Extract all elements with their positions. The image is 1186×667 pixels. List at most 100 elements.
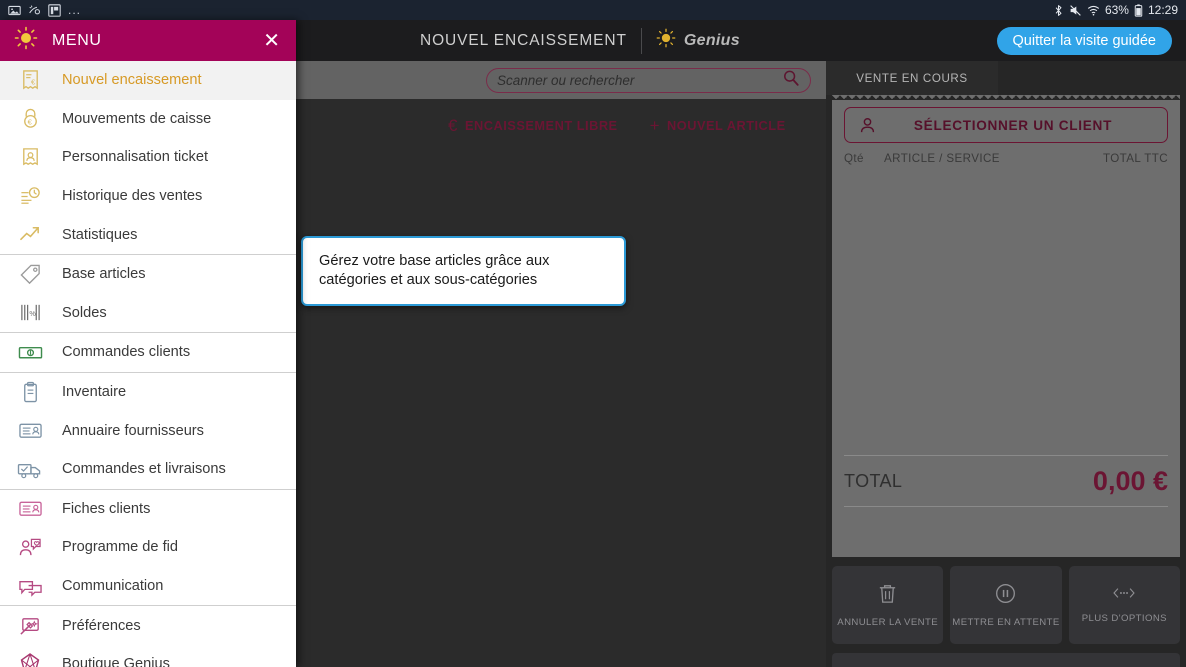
banknote-icon <box>12 341 48 364</box>
sidebar-item-nouvel-encaissement[interactable]: € Nouvel encaissement <box>0 61 296 100</box>
svg-text:€: € <box>30 77 35 86</box>
sidebar-label: Statistiques <box>62 226 138 243</box>
sun-logo-icon <box>656 28 676 53</box>
sidebar-item-mouvements-de-caisse[interactable]: € Mouvements de caisse <box>0 100 296 139</box>
sidebar-item-fiches-clients[interactable]: Fiches clients <box>0 490 296 529</box>
flipboard-icon <box>48 3 61 17</box>
status-overflow: ... <box>68 3 82 17</box>
sidebar-item-boutique-genius[interactable]: Boutique Genius <box>0 645 296 667</box>
items-list <box>844 165 1168 451</box>
chat-bubbles-icon <box>12 575 48 598</box>
tab-current-sale[interactable]: VENTE EN COURS <box>826 61 998 95</box>
sidebar-item-inventaire[interactable]: Inventaire <box>0 373 296 412</box>
menu-list: € Nouvel encaissement € Mouvements de ca… <box>0 61 296 667</box>
sidebar-item-personnalisation-ticket[interactable]: Personnalisation ticket <box>0 138 296 177</box>
receipt-card: SÉLECTIONNER UN CLIENT Qté ARTICLE / SER… <box>832 95 1180 557</box>
sidebar-label: Boutique Genius <box>62 656 170 667</box>
sidebar-label: Nouvel encaissement <box>62 72 202 89</box>
sidebar-label: Programme de fid <box>62 539 178 556</box>
pause-circle-icon <box>994 582 1017 610</box>
header-divider <box>640 27 642 54</box>
total-row: TOTAL 0,00 € <box>844 455 1168 507</box>
battery-percent: 63% <box>1104 3 1129 17</box>
total-label: TOTAL <box>844 470 903 491</box>
ticket-person-icon <box>12 146 48 169</box>
clipboard-icon <box>12 381 48 404</box>
polygon-icon <box>12 652 48 667</box>
sidebar-label: Fiches clients <box>62 500 151 517</box>
col-article: ARTICLE / SERVICE <box>884 152 1000 165</box>
sidebar-item-statistiques[interactable]: Statistiques <box>0 215 296 254</box>
trash-icon <box>876 582 899 610</box>
close-icon[interactable]: ✕ <box>263 31 282 51</box>
sidebar-label: Annuaire fournisseurs <box>62 422 204 439</box>
select-client-button[interactable]: SÉLECTIONNER UN CLIENT <box>844 107 1168 143</box>
status-bar: ... 63% 12:29 <box>0 0 1186 20</box>
search-icon[interactable] <box>782 69 800 92</box>
quit-guided-tour-button[interactable]: Quitter la visite guidée <box>996 27 1172 55</box>
status-bar-left: ... <box>8 3 81 17</box>
sidebar-item-historique-des-ventes[interactable]: Historique des ventes <box>0 177 296 216</box>
sidebar-label: Personnalisation ticket <box>62 149 209 166</box>
total-value: 0,00 € <box>1092 465 1168 496</box>
main-content: € ENCAISSEMENT LIBRE + NOUVEL ARTICLE <box>296 61 826 667</box>
checkout-button[interactable]: ENCAISSER <box>832 653 1180 667</box>
sidebar-label: Préférences <box>62 617 141 634</box>
person-heart-icon <box>12 536 48 559</box>
search-input[interactable] <box>497 73 782 88</box>
more-options-button[interactable]: PLUS D'OPTIONS <box>1068 566 1180 644</box>
col-qty: Qté <box>844 152 864 165</box>
status-clock: 12:29 <box>1147 3 1178 17</box>
page-title: NOUVEL ENCAISSEMENT <box>420 31 627 49</box>
sidebar-item-programme-de-fid[interactable]: Programme de fid <box>0 528 296 567</box>
free-payment-action[interactable]: € ENCAISSEMENT LIBRE <box>448 117 618 134</box>
sidebar-item-preferences[interactable]: Préférences <box>0 606 296 645</box>
lock-euro-icon: € <box>12 107 48 130</box>
battery-icon <box>1134 3 1143 17</box>
sidebar-item-commandes-clients[interactable]: Commandes clients <box>0 333 296 372</box>
search-field[interactable] <box>486 68 811 93</box>
brand-name: Genius <box>683 31 740 49</box>
select-client-label: SÉLECTIONNER UN CLIENT <box>913 117 1113 133</box>
status-bar-right: 63% 12:29 <box>1053 3 1178 17</box>
cancel-sale-label: ANNULER LA VENTE <box>837 616 939 628</box>
sidebar-label: Inventaire <box>62 384 127 401</box>
items-table-header: Qté ARTICLE / SERVICE TOTAL TTC <box>844 152 1168 165</box>
sidebar-item-annuaire-fournisseurs[interactable]: Annuaire fournisseurs <box>0 411 296 450</box>
app-header: NOUVEL ENCAISSEMENT Genius Quitter la vi… <box>296 20 1186 61</box>
new-article-label: NOUVEL ARTICLE <box>667 117 786 133</box>
app-root: ... 63% 12:29 NOUVEL ENCAISSEMENT Genius… <box>0 0 1186 667</box>
new-article-action[interactable]: + NOUVEL ARTICLE <box>650 117 786 134</box>
svg-text:%: % <box>29 310 36 318</box>
sidebar-item-commandes-et-livraisons[interactable]: Commandes et livraisons <box>0 450 296 489</box>
sale-panel: VENTE EN COURS SÉLECTIONNER UN CLIENT Qt… <box>826 61 1186 667</box>
navigation-drawer: MENU ✕ € Nouvel encaissement € Mouvement… <box>0 20 296 667</box>
sound-muted-icon <box>1069 4 1082 17</box>
hold-sale-label: METTRE EN ATTENTE <box>952 616 1060 628</box>
sidebar-item-communication[interactable]: Communication <box>0 567 296 606</box>
cancel-sale-button[interactable]: ANNULER LA VENTE <box>832 566 944 644</box>
sidebar-label: Base articles <box>62 266 146 283</box>
screenshot-icon <box>28 4 41 17</box>
col-total: TOTAL TTC <box>1102 152 1168 165</box>
guided-tour-tooltip: Gérez votre base articles grâce aux caté… <box>301 236 626 306</box>
sidebar-item-soldes[interactable]: % Soldes <box>0 294 296 333</box>
image-icon <box>8 4 21 17</box>
tag-icon <box>12 263 48 286</box>
sidebar-item-base-articles[interactable]: Base articles <box>0 255 296 294</box>
bluetooth-icon <box>1053 4 1064 17</box>
sun-logo-icon <box>14 26 38 55</box>
trending-up-icon <box>12 223 48 246</box>
quick-actions: € ENCAISSEMENT LIBRE + NOUVEL ARTICLE <box>296 109 826 141</box>
sale-tabs: VENTE EN COURS <box>826 61 1186 95</box>
sidebar-label: Soldes <box>62 304 107 321</box>
search-bar <box>296 61 826 99</box>
drawer-title: MENU <box>52 31 102 49</box>
receipt-euro-icon: € <box>12 69 48 92</box>
svg-text:€: € <box>27 118 32 127</box>
hold-sale-button[interactable]: METTRE EN ATTENTE <box>950 566 1062 644</box>
barcode-percent-icon: % <box>12 301 48 324</box>
tooltip-text: Gérez votre base articles grâce aux caté… <box>319 253 550 288</box>
sidebar-label: Commandes et livraisons <box>62 461 226 478</box>
delivery-truck-icon <box>12 458 48 481</box>
